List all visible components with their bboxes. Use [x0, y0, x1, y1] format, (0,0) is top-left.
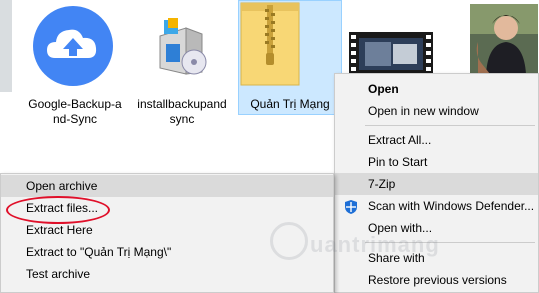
menu-item-label: Open in new window	[368, 104, 479, 118]
menu-item-open-archive[interactable]: Open archive	[1, 175, 333, 197]
photo-thumbnail	[470, 4, 538, 77]
menu-item-label: 7-Zip	[368, 177, 396, 191]
menu-item-label: Scan with Windows Defender...	[368, 199, 535, 213]
file-label: Quản Trị Mạng	[250, 97, 330, 111]
file-item-google-backup[interactable]: Google-Backup-a nd-Sync	[20, 0, 130, 150]
google-backup-cloud-icon	[33, 6, 113, 86]
file-item-installbackupandsync[interactable]: installbackupand sync	[130, 0, 234, 150]
menu-item-scan-defender[interactable]: Scan with Windows Defender...	[335, 195, 538, 217]
context-menu: Open Open in new window Extract All... P…	[334, 73, 539, 293]
file-item-photo[interactable]	[468, 0, 539, 76]
menu-item-label: Extract All...	[368, 133, 432, 147]
menu-item-label: Test archive	[26, 267, 91, 281]
file-item-quan-tri-mang[interactable]: Quản Trị Mạng	[238, 0, 342, 115]
file-label: Google-Backup-a nd-Sync	[28, 97, 122, 126]
menu-item-label: Extract to "Quản Trị Mạng\"	[26, 245, 172, 259]
menu-item-test-archive[interactable]: Test archive	[1, 263, 333, 285]
menu-item-label: Restore previous versions	[368, 273, 507, 287]
partial-file-thumbnail[interactable]	[0, 0, 12, 92]
menu-item-restore-versions[interactable]: Restore previous versions	[335, 269, 538, 291]
menu-item-pin-to-start[interactable]: Pin to Start	[335, 151, 538, 173]
watermark-bulb-icon	[270, 222, 308, 260]
menu-item-extract-all[interactable]: Extract All...	[335, 129, 538, 151]
menu-item-label: Pin to Start	[368, 155, 428, 169]
file-item-video[interactable]	[347, 0, 435, 76]
menu-item-open-new-window[interactable]: Open in new window	[335, 100, 538, 122]
installer-box-icon	[156, 18, 210, 81]
video-thumbnail	[349, 32, 433, 79]
zip-folder-icon	[239, 1, 341, 90]
menu-item-label: Open	[368, 82, 399, 96]
menu-item-7zip[interactable]: 7-Zip	[335, 173, 538, 195]
menu-separator	[365, 125, 535, 126]
file-label: installbackupand sync	[137, 97, 227, 126]
watermark-text: uantrimang	[310, 232, 440, 257]
menu-item-label: Open archive	[26, 179, 98, 193]
menu-item-open[interactable]: Open	[335, 78, 538, 100]
annotation-highlight-circle	[6, 196, 110, 224]
